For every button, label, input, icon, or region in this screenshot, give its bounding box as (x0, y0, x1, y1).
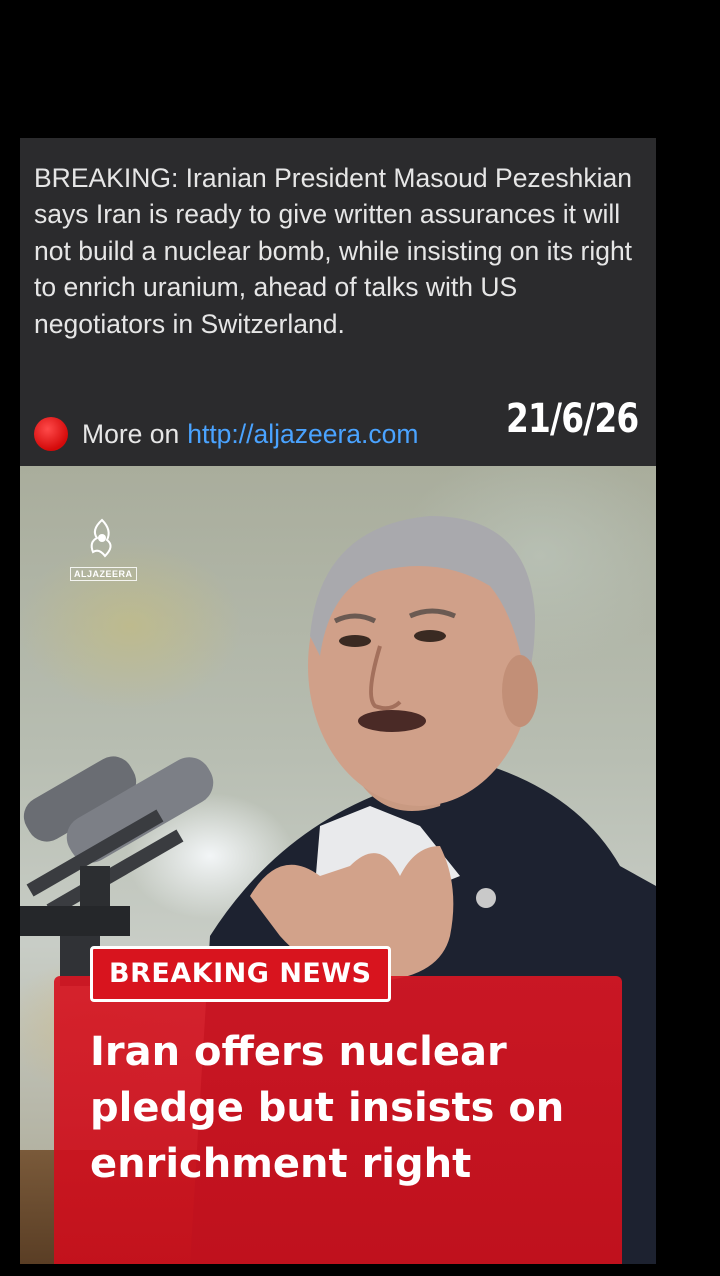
logo-text: ALJAZEERA (70, 567, 137, 581)
more-row: More on http://aljazeera.com (34, 414, 418, 454)
red-circle-icon (34, 417, 68, 451)
post-text: BREAKING: Iranian President Masoud Pezes… (34, 163, 633, 339)
aljazeera-emblem-icon (90, 518, 112, 558)
breaking-news-badge: BREAKING NEWS (90, 946, 391, 1002)
headline: Iran offers nuclear pledge but insists o… (90, 1029, 565, 1187)
date-stamp: 21/6/26 (505, 396, 639, 442)
aljazeera-logo: ALJAZEERA (70, 518, 137, 582)
more-label: More on (82, 418, 180, 449)
news-post-card: BREAKING: Iranian President Masoud Pezes… (20, 138, 656, 1264)
news-photo: ALJAZEERA BREAKING NEWS Iran offers nucl… (20, 466, 656, 1264)
source-link[interactable]: http://aljazeera.com (187, 419, 418, 450)
